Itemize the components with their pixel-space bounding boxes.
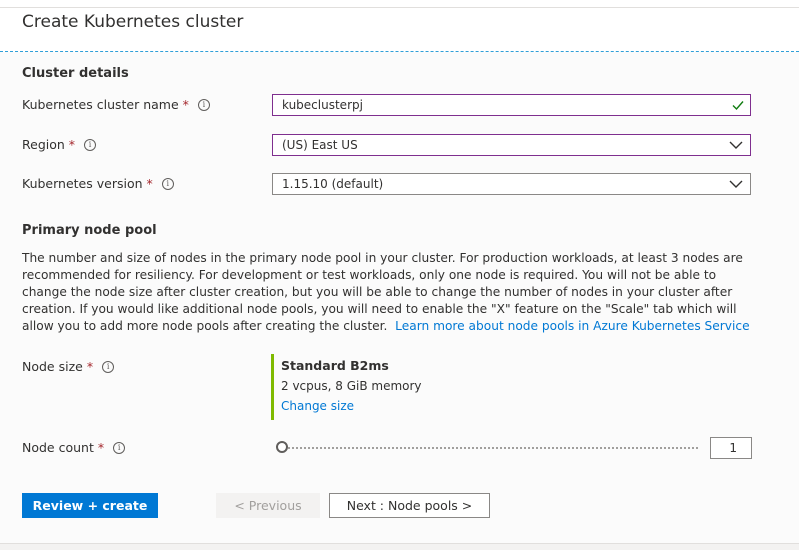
version-label: Kubernetes version * i <box>22 176 174 191</box>
node-size-label-text: Node size <box>22 359 83 374</box>
info-icon[interactable]: i <box>84 138 97 151</box>
info-icon[interactable]: i <box>197 98 210 111</box>
node-count-label: Node count * i <box>22 440 126 455</box>
check-icon <box>732 101 744 111</box>
change-size-link[interactable]: Change size <box>281 399 422 413</box>
chevron-down-icon <box>729 141 743 149</box>
section-title-primary-node-pool: Primary node pool <box>22 223 157 238</box>
learn-more-link[interactable]: Learn more about node pools in Azure Kub… <box>395 319 749 333</box>
cluster-name-label-text: Kubernetes cluster name <box>22 97 179 112</box>
required-mark: * <box>68 137 76 152</box>
region-value: (US) East US <box>282 138 358 152</box>
region-label-text: Region <box>22 137 65 152</box>
required-mark: * <box>97 440 105 455</box>
cluster-name-input[interactable]: kubeclusterpj <box>272 94 751 116</box>
node-count-slider-thumb[interactable] <box>276 441 288 453</box>
version-value: 1.15.10 (default) <box>282 177 384 191</box>
version-select[interactable]: 1.15.10 (default) <box>272 173 751 195</box>
node-count-slider-track[interactable] <box>283 447 698 451</box>
region-label: Region * i <box>22 137 97 152</box>
required-mark: * <box>86 359 94 374</box>
node-count-label-text: Node count <box>22 440 94 455</box>
top-border <box>0 7 799 8</box>
node-pool-description: The number and size of nodes in the prim… <box>22 250 752 335</box>
previous-button[interactable]: < Previous <box>216 493 320 518</box>
node-count-input[interactable]: 1 <box>710 437 752 459</box>
node-size-spec: 2 vcpus, 8 GiB memory <box>281 379 422 393</box>
review-create-button[interactable]: Review + create <box>22 493 158 518</box>
node-size-summary: Standard B2ms 2 vcpus, 8 GiB memory Chan… <box>271 354 422 420</box>
info-icon[interactable]: i <box>161 177 174 190</box>
info-icon[interactable]: i <box>113 441 126 454</box>
required-mark: * <box>146 176 153 191</box>
node-size-label: Node size * i <box>22 359 115 374</box>
cluster-name-value: kubeclusterpj <box>282 98 363 112</box>
section-title-cluster-details: Cluster details <box>22 66 129 81</box>
required-mark: * <box>182 97 189 112</box>
page-title: Create Kubernetes cluster <box>22 12 244 32</box>
version-label-text: Kubernetes version <box>22 176 143 191</box>
next-node-pools-button[interactable]: Next : Node pools > <box>329 493 490 518</box>
node-size-name: Standard B2ms <box>281 358 389 373</box>
region-select[interactable]: (US) East US <box>272 134 751 156</box>
chevron-down-icon <box>729 180 743 188</box>
cluster-name-label: Kubernetes cluster name * i <box>22 97 210 112</box>
info-icon[interactable]: i <box>102 360 115 373</box>
